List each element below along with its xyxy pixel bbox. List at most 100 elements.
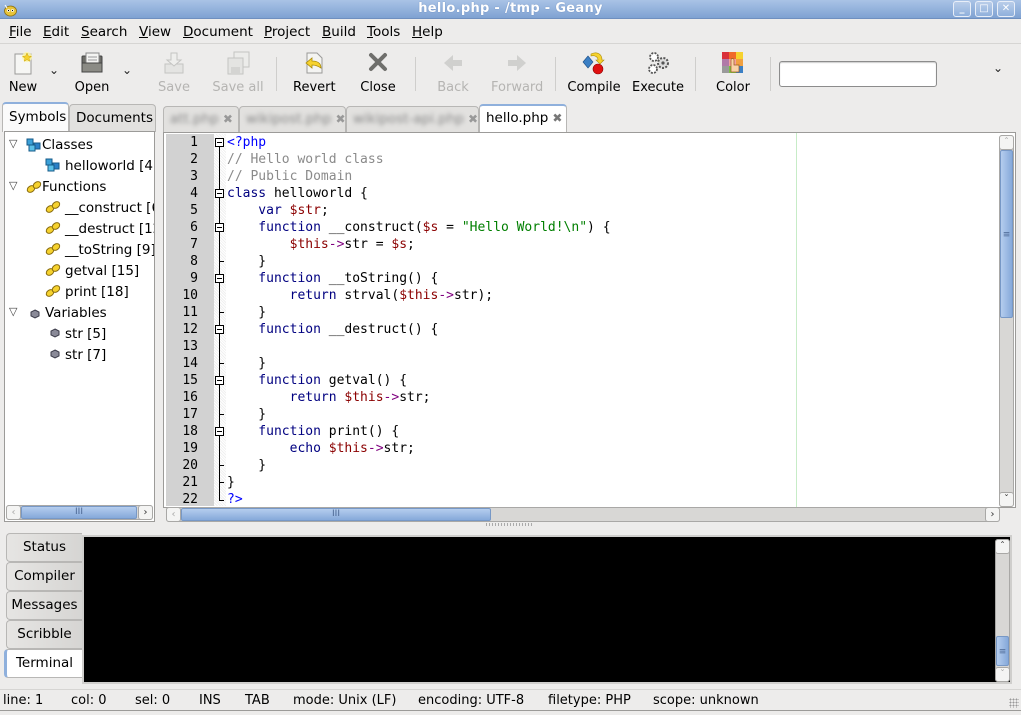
new-dropdown-arrow[interactable]: ⌄ (49, 63, 59, 77)
menu-edit[interactable]: Edit (43, 24, 69, 40)
tab-symbols[interactable]: Symbols (2, 102, 69, 132)
compile-label: Compile (567, 80, 621, 95)
editor-vertical-scrollbar[interactable]: ˆ ≡ ˇ (999, 135, 1014, 507)
menu-tools[interactable]: Tools (367, 24, 400, 40)
sidebar-horizontal-scrollbar[interactable]: ‹ III › (6, 505, 153, 520)
tree-item[interactable]: __destruct [12 (45, 221, 155, 241)
function-icon (45, 200, 61, 214)
tree-item[interactable]: print [18] (45, 284, 129, 304)
close-button[interactable]: Close (359, 50, 397, 95)
tree-item[interactable]: helloworld [4] (45, 158, 155, 178)
fold-toggle[interactable] (215, 325, 224, 334)
terminal-view[interactable]: ˆ ≡ ˇ (82, 535, 1012, 684)
color-chooser-button[interactable]: Color (713, 50, 753, 95)
fold-toggle[interactable] (215, 427, 224, 436)
execute-gears-icon (645, 50, 671, 76)
tree-group-functions[interactable]: ▽ Functions (42, 179, 106, 199)
scroll-up-icon[interactable]: ˆ (995, 539, 1010, 554)
splitter-grip[interactable] (486, 523, 532, 526)
scroll-left-icon[interactable]: ‹ (6, 505, 21, 520)
code-line: } (227, 474, 235, 491)
toolbar-overflow-button[interactable]: ⌄ (993, 61, 1003, 75)
fold-toggle[interactable] (215, 376, 224, 385)
minimize-button[interactable]: _ (953, 1, 971, 17)
resize-grip-icon[interactable] (1009, 698, 1019, 708)
tab-hello-php[interactable]: hello.php✖ (479, 104, 567, 132)
revert-button[interactable]: Revert (293, 50, 335, 95)
scroll-right-icon[interactable]: › (985, 507, 1000, 522)
fold-toggle[interactable] (215, 274, 224, 283)
save-button[interactable]: Save (157, 50, 191, 95)
tree-group-classes[interactable]: ▽ Classes (42, 137, 93, 157)
tab-documents[interactable]: Documents (69, 104, 156, 132)
editor-horizontal-scrollbar[interactable]: ‹ III › (166, 507, 1000, 522)
scrollbar-thumb[interactable]: III (181, 508, 491, 521)
tab-document[interactable]: wikipost.php✖ (239, 106, 346, 132)
compile-button[interactable]: Compile (567, 50, 621, 95)
line-number: 20 (166, 457, 198, 474)
toolbar-search-input[interactable] (779, 61, 937, 87)
tree-item[interactable]: str [5] (49, 326, 106, 346)
tab-close-icon[interactable]: ✖ (336, 112, 346, 126)
maximize-button[interactable]: □ (975, 1, 993, 17)
forward-button[interactable]: Forward (491, 50, 543, 95)
tab-close-icon[interactable]: ✖ (468, 112, 478, 126)
tab-compiler[interactable]: Compiler (6, 562, 82, 591)
scrollbar-thumb[interactable]: ≡ (1000, 150, 1013, 318)
new-file-icon (10, 50, 36, 76)
menu-search[interactable]: Search (81, 24, 127, 40)
tab-status[interactable]: Status (6, 533, 82, 562)
open-dropdown-arrow[interactable]: ⌄ (122, 63, 132, 77)
terminal-vertical-scrollbar[interactable]: ˆ ≡ ˇ (995, 539, 1010, 682)
fold-toggle[interactable] (215, 189, 224, 198)
tree-item-label: print [18] (65, 284, 129, 300)
code-line: function print() { (227, 423, 399, 440)
open-button[interactable]: Open (73, 50, 111, 95)
menu-document[interactable]: Document (183, 24, 253, 40)
tree-item[interactable]: __toString [9] (45, 242, 155, 262)
tab-document[interactable]: att.php✖ (163, 106, 239, 132)
expander-open-icon[interactable]: ▽ (9, 137, 17, 150)
tab-close-icon[interactable]: ✖ (552, 111, 562, 125)
scrollbar-thumb[interactable]: III (21, 506, 137, 519)
tab-close-icon[interactable]: ✖ (223, 112, 233, 126)
scroll-down-icon[interactable]: ˇ (999, 492, 1014, 507)
menu-build[interactable]: Build (322, 24, 356, 40)
scroll-up-icon[interactable]: ˆ (999, 135, 1014, 150)
execute-button[interactable]: Execute (631, 50, 685, 95)
tree-item[interactable]: __construct [6 (45, 200, 155, 220)
code-line: $this->str = $s; (227, 236, 415, 253)
code-editor[interactable]: 12345678910111213141516171819202122 <?ph… (163, 132, 1016, 508)
tree-item[interactable]: str [7] (49, 347, 106, 367)
fold-toggle[interactable] (215, 138, 224, 147)
close-window-button[interactable]: ✕ (997, 1, 1015, 17)
line-number: 15 (166, 372, 198, 389)
fold-end (219, 312, 224, 313)
expander-open-icon[interactable]: ▽ (9, 179, 17, 192)
tree-group-variables[interactable]: ▽ Variables (45, 305, 107, 325)
tab-terminal[interactable]: Terminal (4, 649, 82, 678)
code-line: class helloworld { (227, 185, 368, 202)
scroll-right-icon[interactable]: › (138, 505, 153, 520)
tab-scribble[interactable]: Scribble (6, 620, 82, 649)
menu-file[interactable]: File (9, 24, 32, 40)
back-button[interactable]: Back (436, 50, 470, 95)
menu-view[interactable]: View (139, 24, 171, 40)
code-line: function __destruct() { (227, 321, 438, 338)
new-button[interactable]: New (6, 50, 40, 95)
pane-splitter[interactable] (0, 523, 1021, 531)
save-all-button[interactable]: Save all (212, 50, 264, 95)
scroll-down-icon[interactable]: ˇ (995, 667, 1010, 682)
code-line: // Hello world class (227, 151, 384, 168)
scrollbar-thumb[interactable]: ≡ (996, 636, 1009, 666)
toolbar-separator (276, 57, 277, 91)
scroll-left-icon[interactable]: ‹ (166, 507, 181, 522)
tab-messages[interactable]: Messages (6, 591, 82, 620)
tree-item[interactable]: getval [15] (45, 263, 139, 283)
class-icon (26, 138, 42, 152)
expander-open-icon[interactable]: ▽ (9, 305, 17, 318)
fold-toggle[interactable] (215, 223, 224, 232)
menu-project[interactable]: Project (264, 24, 310, 40)
tab-document[interactable]: wikipost-api.php✖ (346, 106, 479, 132)
menu-help[interactable]: Help (412, 24, 443, 40)
